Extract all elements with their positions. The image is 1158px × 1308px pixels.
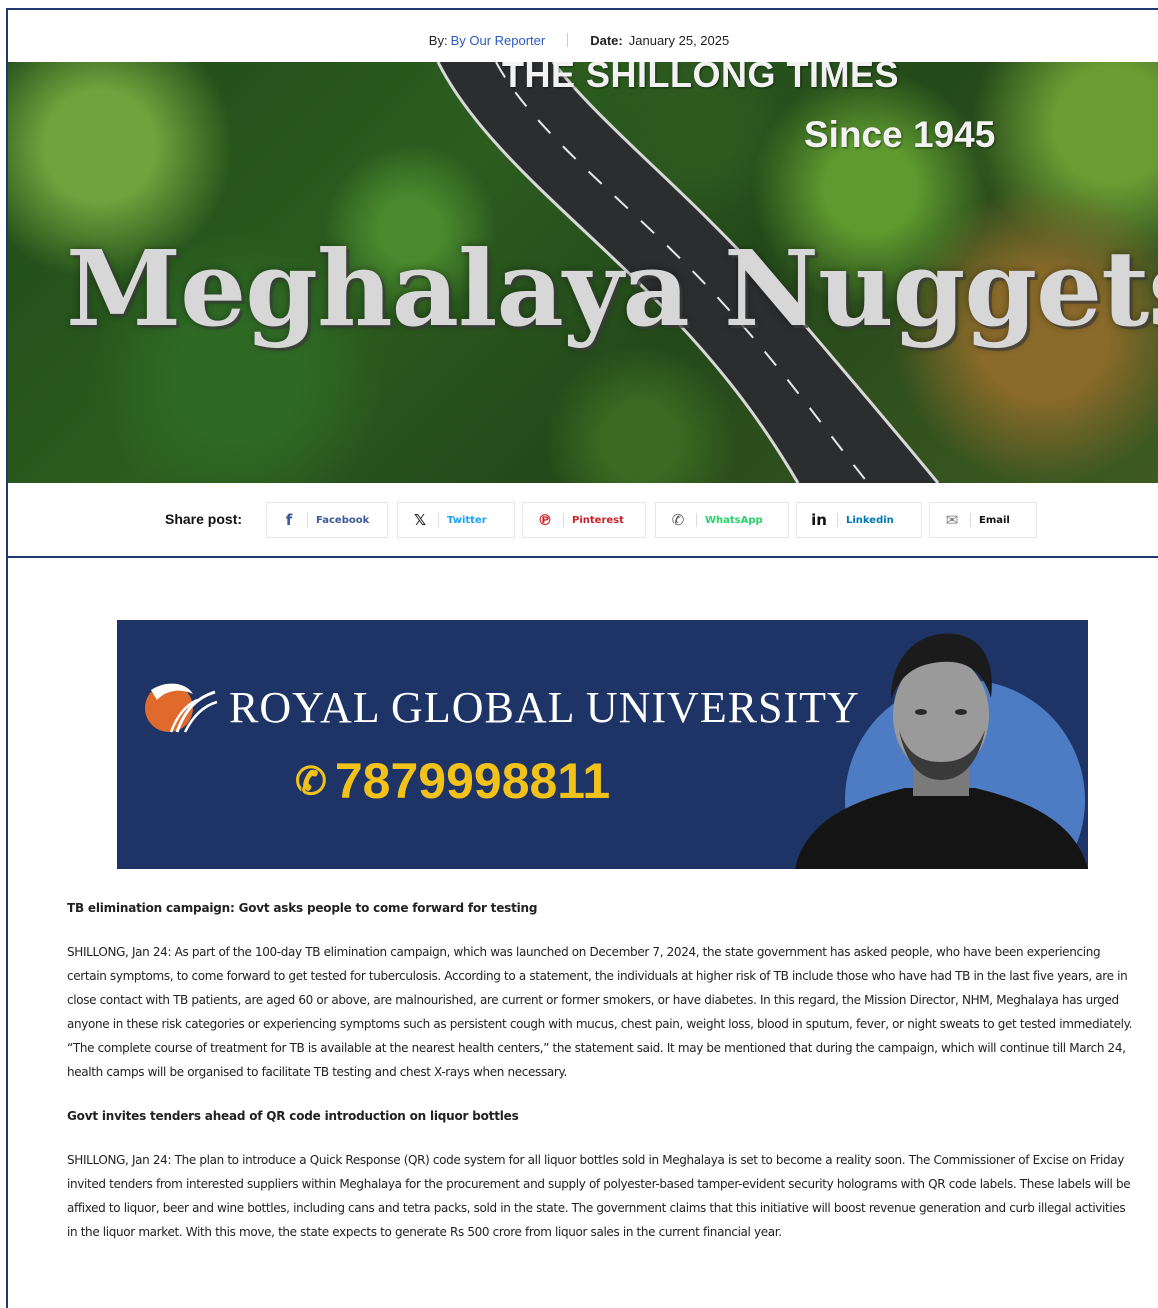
share-facebook-button[interactable]: f Facebook: [266, 502, 388, 538]
pinterest-icon: ℗: [537, 511, 553, 529]
share-twitter-button[interactable]: 𝕏 Twitter: [397, 502, 515, 538]
button-divider: [837, 513, 838, 527]
button-divider: [970, 513, 971, 527]
article-title: TB elimination campaign: Govt asks peopl…: [67, 901, 538, 915]
person-photo: [795, 633, 1088, 869]
share-facebook-label: Facebook: [316, 514, 370, 526]
x-icon: 𝕏: [413, 511, 427, 529]
date-value: January 25, 2025: [628, 32, 730, 48]
date-label: Date:: [590, 32, 623, 48]
share-whatsapp-button[interactable]: ✆ WhatsApp: [655, 502, 789, 538]
phone-icon: ✆: [295, 760, 327, 803]
share-pinterest-label: Pinterest: [572, 514, 624, 526]
share-bar: Share post: f Facebook 𝕏 Twitter ℗ Pinte…: [0, 500, 1158, 542]
article-paragraph: SHILLONG, Jan 24: The plan to introduce …: [67, 1153, 1131, 1239]
article-title: Govt invites tenders ahead of QR code in…: [67, 1109, 519, 1123]
university-logo-icon: [145, 683, 218, 733]
share-linkedin-label: Linkedin: [846, 514, 894, 526]
share-email-label: Email: [979, 514, 1010, 526]
share-linkedin-button[interactable]: in Linkedin: [796, 502, 922, 538]
university-name: ROYAL GLOBAL UNIVERSITY: [229, 683, 860, 732]
author-link[interactable]: By Our Reporter: [451, 33, 546, 48]
meta-divider: [567, 33, 569, 47]
advertisement-banner[interactable]: ROYAL GLOBAL UNIVERSITY ✆ 7879998811: [117, 620, 1088, 869]
share-whatsapp-label: WhatsApp: [705, 514, 763, 526]
share-email-button[interactable]: ✉ Email: [929, 502, 1037, 538]
button-divider: [307, 513, 308, 527]
share-pinterest-button[interactable]: ℗ Pinterest: [522, 502, 646, 538]
mail-icon: ✉: [945, 511, 959, 529]
button-divider: [563, 513, 564, 527]
share-label: Share post:: [165, 511, 243, 527]
facebook-icon: f: [285, 511, 293, 529]
whatsapp-icon: ✆: [671, 511, 685, 529]
hero-image: THE SHILLONG TIMES Since 1945 Meghalaya …: [8, 62, 1158, 483]
since-text: Since 1945: [804, 114, 996, 155]
article-paragraph: SHILLONG, Jan 24: As part of the 100-day…: [67, 945, 1133, 1079]
by-label: By:: [428, 32, 448, 48]
article-body: TB elimination campaign: Govt asks peopl…: [67, 896, 1139, 1264]
phone-number: 7879998811: [334, 753, 611, 809]
brand-name: THE SHILLONG TIMES: [502, 62, 900, 95]
button-divider: [696, 513, 697, 527]
hero-headline: Meghalaya Nuggets: [66, 227, 1158, 350]
share-twitter-label: Twitter: [447, 514, 487, 526]
article-meta: By: By Our Reporter Date: January 25, 20…: [0, 28, 1158, 52]
button-divider: [438, 513, 439, 527]
ad-phone: ✆ 7879998811: [295, 752, 610, 810]
linkedin-icon: in: [811, 511, 827, 529]
